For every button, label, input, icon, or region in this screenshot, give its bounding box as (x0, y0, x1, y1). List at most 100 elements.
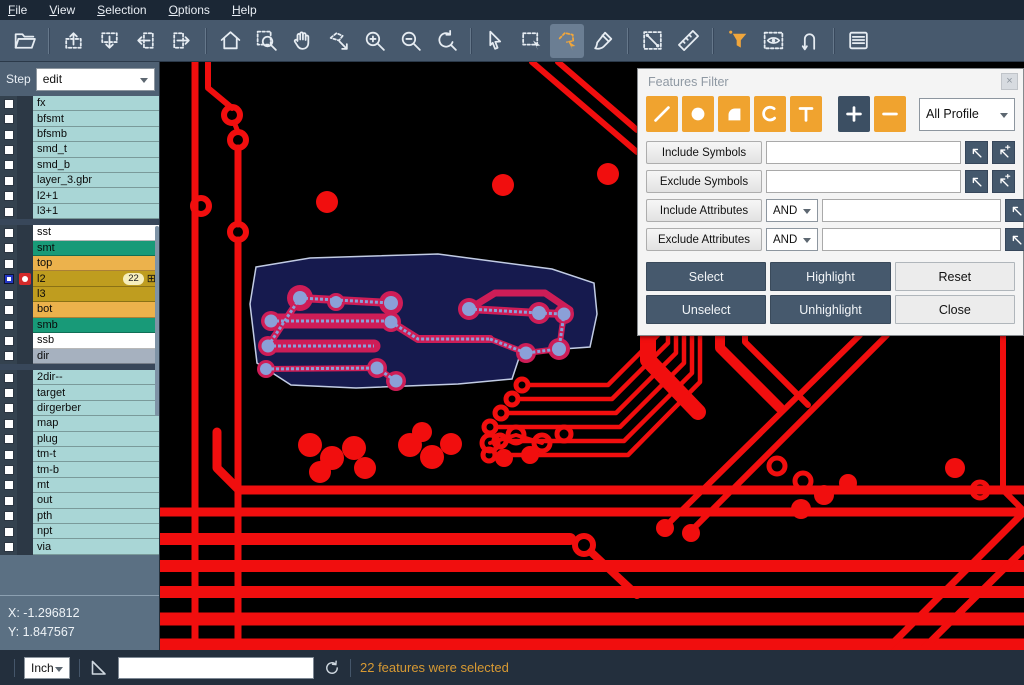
include-symbols-button[interactable]: Include Symbols (646, 141, 762, 164)
select-pointer-button[interactable] (478, 24, 512, 58)
layer-label[interactable]: npt (33, 524, 159, 539)
active-indicator-cell[interactable] (17, 478, 33, 493)
shift-left-button[interactable] (128, 24, 162, 58)
layer-visibility-checkbox[interactable] (4, 145, 14, 155)
active-indicator-cell[interactable] (17, 416, 33, 431)
exclude-symbols-input[interactable] (766, 170, 961, 193)
active-indicator-cell[interactable] (17, 142, 33, 157)
layer-visibility-checkbox[interactable] (4, 480, 14, 490)
open-file-button[interactable] (7, 24, 41, 58)
menu-file[interactable]: File (8, 3, 27, 17)
layer-visibility-checkbox[interactable] (4, 320, 14, 330)
snap-angle-icon[interactable] (89, 658, 109, 678)
pick-add-from-screen-button[interactable] (992, 141, 1015, 164)
select-rectangle-button[interactable] (514, 24, 548, 58)
zoom-in-button[interactable] (357, 24, 391, 58)
net-trace-button[interactable] (792, 24, 826, 58)
pcb-canvas[interactable]: Features Filter × All Profile Include Sy… (160, 62, 1024, 650)
exclude-attributes-input[interactable] (822, 228, 1001, 251)
layer-label[interactable]: via (33, 539, 159, 554)
zoom-previous-button[interactable] (429, 24, 463, 58)
layer-label[interactable]: ssb (33, 333, 159, 348)
highlight-button[interactable]: Highlight (770, 262, 890, 291)
active-indicator-cell[interactable] (17, 158, 33, 173)
layer-visibility-checkbox[interactable] (4, 99, 14, 109)
refresh-icon[interactable] (323, 659, 341, 677)
active-indicator-cell[interactable] (17, 447, 33, 462)
menu-help[interactable]: Help (232, 3, 257, 17)
close-icon[interactable]: × (1001, 73, 1018, 90)
close-button[interactable]: Close (895, 295, 1015, 324)
active-indicator-cell[interactable] (17, 127, 33, 142)
pick-add-from-screen-button[interactable] (992, 170, 1015, 193)
text-filter-button[interactable] (790, 96, 822, 132)
active-indicator-cell[interactable] (17, 188, 33, 203)
layer-label[interactable]: map (33, 416, 159, 431)
active-indicator-cell[interactable] (17, 370, 33, 385)
zoom-polygon-button[interactable] (321, 24, 355, 58)
layer-visibility-checkbox[interactable] (4, 114, 14, 124)
layer-visibility-checkbox[interactable] (4, 160, 14, 170)
active-indicator-cell[interactable] (17, 401, 33, 416)
view-options-button[interactable] (756, 24, 790, 58)
pick-from-screen-button[interactable] (965, 170, 988, 193)
layer-visibility-checkbox[interactable] (4, 511, 14, 521)
include-symbols-input[interactable] (766, 141, 961, 164)
pan-hand-button[interactable] (285, 24, 319, 58)
layer-label[interactable]: top (33, 256, 159, 271)
layer-visibility-checkbox[interactable] (4, 527, 14, 537)
features-filter-button[interactable] (720, 24, 754, 58)
layer-visibility-checkbox[interactable] (4, 290, 14, 300)
layer-visibility-checkbox[interactable] (4, 351, 14, 361)
measure-ruler-button[interactable] (671, 24, 705, 58)
active-indicator-cell[interactable] (17, 287, 33, 302)
measure-distance-button[interactable] (635, 24, 669, 58)
layer-label[interactable]: l3 (33, 287, 159, 302)
menu-selection[interactable]: Selection (97, 3, 146, 17)
layer-label[interactable]: smd_b (33, 158, 159, 173)
layer-label[interactable]: tm-t (33, 447, 159, 462)
layer-visibility-checkbox[interactable] (4, 373, 14, 383)
reset-button[interactable]: Reset (895, 262, 1015, 291)
layer-visibility-checkbox[interactable] (4, 419, 14, 429)
unit-dropdown[interactable]: Inch (24, 657, 70, 679)
active-indicator-cell[interactable] (17, 173, 33, 188)
exclude-attributes-button[interactable]: Exclude Attributes (646, 228, 762, 251)
layer-label[interactable]: sst (33, 225, 159, 240)
active-indicator-cell[interactable] (17, 462, 33, 477)
active-indicator-cell[interactable] (17, 241, 33, 256)
step-dropdown[interactable]: edit (36, 68, 155, 91)
pick-from-screen-button[interactable] (1005, 199, 1024, 222)
active-indicator-cell[interactable] (17, 204, 33, 219)
layer-label[interactable]: mt (33, 478, 159, 493)
layer-label[interactable]: tm-b (33, 462, 159, 477)
layer-visibility-checkbox[interactable] (4, 465, 14, 475)
select-polygon-button[interactable] (550, 24, 584, 58)
layer-label[interactable]: smb (33, 318, 159, 333)
layer-visibility-checkbox[interactable] (4, 191, 14, 201)
layer-label[interactable]: layer_3.gbr (33, 173, 159, 188)
layer-visibility-checkbox[interactable] (4, 496, 14, 506)
layer-visibility-checkbox[interactable] (4, 274, 14, 284)
layer-label[interactable]: l3+1 (33, 204, 159, 219)
layers-panel-button[interactable] (841, 24, 875, 58)
layer-label[interactable]: smd_t (33, 142, 159, 157)
condition-dropdown[interactable]: AND (766, 228, 818, 251)
layer-label[interactable]: out (33, 493, 159, 508)
layer-visibility-checkbox[interactable] (4, 388, 14, 398)
layer-label[interactable]: pth (33, 509, 159, 524)
home-view-button[interactable] (213, 24, 247, 58)
layer-visibility-checkbox[interactable] (4, 336, 14, 346)
command-input[interactable] (118, 657, 314, 679)
active-indicator-cell[interactable] (17, 349, 33, 364)
layer-label[interactable]: dir (33, 349, 159, 364)
include-attributes-input[interactable] (822, 199, 1001, 222)
arc-filter-button[interactable] (754, 96, 786, 132)
layer-visibility-checkbox[interactable] (4, 130, 14, 140)
layer-visibility-checkbox[interactable] (4, 305, 14, 315)
active-indicator-cell[interactable] (17, 225, 33, 240)
layer-label[interactable]: target (33, 385, 159, 400)
active-indicator-cell[interactable] (17, 271, 33, 286)
layer-label[interactable]: fx (33, 96, 159, 111)
pick-from-screen-button[interactable] (1005, 228, 1024, 251)
